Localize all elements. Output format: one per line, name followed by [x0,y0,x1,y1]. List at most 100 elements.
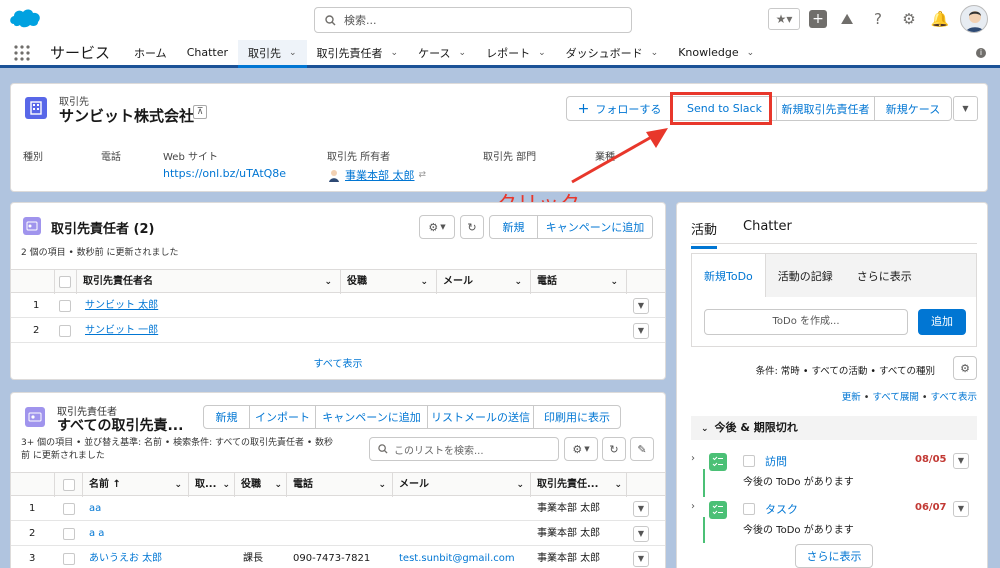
row-actions-dropdown[interactable]: ▼ [633,501,649,517]
edit-list-button[interactable]: ✎ [630,437,654,461]
chevron-down-icon[interactable]: ⌄ [222,473,230,497]
chevron-right-icon[interactable]: › [691,501,695,512]
trailhead-icon[interactable]: ⛰ [836,8,858,30]
column-header-phone[interactable]: 電話 ⌄ [531,270,627,294]
new-button[interactable]: 新規 [204,406,250,428]
column-header-email[interactable]: メール ⌄ [437,270,531,294]
expand-all-link[interactable]: すべて展開 [872,392,918,403]
nav-item-cases[interactable]: ケース ⌄ [408,40,476,65]
follow-button[interactable]: + フォローする [567,97,673,120]
task-actions-dropdown[interactable]: ▼ [953,453,969,469]
change-owner-icon[interactable]: ⇄ [419,170,427,180]
contact-name-link[interactable]: aa [89,497,101,521]
view-all-link[interactable]: すべて表示 [931,392,977,403]
upcoming-overdue-section[interactable]: ⌄ 今後 & 期限切れ [691,416,977,440]
contact-name-link[interactable]: あいうえお 太郎 [89,547,162,568]
chevron-down-icon[interactable]: ⌄ [651,48,659,58]
row-checkbox[interactable] [59,300,71,312]
chevron-down-icon[interactable]: ⌄ [516,473,524,497]
row-actions-dropdown[interactable]: ▼ [633,298,649,314]
email-link[interactable]: test.sunbit@gmail.com [399,547,515,568]
chevron-down-icon[interactable]: ⌄ [514,270,522,294]
list-settings-dropdown[interactable]: ⚙ ▼ [564,437,598,461]
row-actions-dropdown[interactable]: ▼ [633,526,649,542]
chevron-down-icon[interactable]: ⌄ [747,48,755,58]
chevron-down-icon[interactable]: ⌄ [538,48,546,58]
new-button[interactable]: 新規 [490,216,538,238]
more-actions-dropdown[interactable]: ▼ [953,96,978,121]
new-contact-button[interactable]: 新規取引先責任者 [777,97,875,120]
info-icon[interactable]: i [976,48,986,58]
global-add-icon[interactable]: + [809,10,827,28]
view-all-link[interactable]: すべて表示 [11,355,665,370]
send-list-email-button[interactable]: リストメールの送信 [428,406,534,428]
column-header-owner[interactable]: 取引先責任... ⌄ [531,473,627,497]
chevron-down-icon[interactable]: ⌄ [391,48,399,58]
add-todo-button[interactable]: 追加 [918,309,966,335]
salesforce-logo[interactable] [8,6,42,30]
tab-new-todo[interactable]: 新規ToDo [692,254,766,297]
website-link[interactable]: https://onl.bz/uTAtQ8e [163,167,286,180]
nav-item-accounts[interactable]: 取引先 ⌄ [238,40,307,68]
task-name-link[interactable]: 訪問 [765,453,787,469]
row-checkbox[interactable] [63,503,75,515]
contact-name-link[interactable]: a a [89,522,104,546]
owner-link[interactable]: 事業本部 太郎 [345,167,415,183]
column-header-title[interactable]: 役職 ⌄ [235,473,287,497]
settings-dropdown[interactable]: ⚙ ▼ [419,215,455,239]
chevron-down-icon[interactable]: ⌄ [610,270,618,294]
nav-item-dashboards[interactable]: ダッシュボード ⌄ [556,40,669,65]
task-actions-dropdown[interactable]: ▼ [953,501,969,517]
import-button[interactable]: インポート [250,406,316,428]
tab-activity[interactable]: 活動 [691,219,718,249]
row-checkbox[interactable] [59,325,71,337]
chevron-down-icon[interactable]: ⌄ [614,473,622,497]
row-actions-dropdown[interactable]: ▼ [633,551,649,567]
column-header-email[interactable]: メール ⌄ [393,473,531,497]
list-search-input[interactable]: このリストを検索... [369,437,559,461]
notifications-bell-icon[interactable]: 🔔 [929,8,951,30]
show-more-button[interactable]: さらに表示 [795,544,873,568]
chevron-down-icon[interactable]: ⌄ [324,270,332,294]
nav-item-contacts[interactable]: 取引先責任者 ⌄ [307,40,409,65]
nav-item-knowledge[interactable]: Knowledge ⌄ [668,40,764,65]
global-search-input[interactable]: 検索... [314,7,632,33]
favorites-star-icon[interactable]: ★▾ [768,8,800,30]
chevron-down-icon[interactable]: ⌄ [378,473,386,497]
add-to-campaign-button[interactable]: キャンペーンに追加 [316,406,428,428]
refresh-link[interactable]: 更新 [842,392,861,403]
help-icon[interactable]: ? [867,8,889,30]
row-checkbox[interactable] [63,528,75,540]
tab-chatter[interactable]: Chatter [743,219,792,249]
chevron-down-icon[interactable]: ⌄ [274,473,282,497]
nav-item-home[interactable]: ホーム [124,40,177,65]
column-header-name[interactable]: 取引先責任者名 ⌄ [77,270,341,294]
column-header-account[interactable]: 取... ⌄ [189,473,235,497]
chevron-down-icon[interactable]: ⌄ [289,48,297,58]
app-launcher-icon[interactable] [0,40,44,65]
select-all-checkbox[interactable] [59,276,71,288]
chevron-right-icon[interactable]: › [691,453,695,464]
nav-item-reports[interactable]: レポート ⌄ [476,40,556,65]
todo-input[interactable]: ToDo を作成... [704,309,908,335]
select-all-checkbox[interactable] [63,479,75,491]
contact-name-link[interactable]: サンビット 一郎 [85,319,158,343]
tab-more[interactable]: さらに表示 [845,254,924,297]
hierarchy-icon[interactable]: ⊼ [193,105,207,119]
chevron-down-icon[interactable]: ⌄ [174,473,182,497]
refresh-button[interactable]: ↻ [602,437,626,461]
row-checkbox[interactable] [63,553,75,565]
add-to-campaign-button[interactable]: キャンペーンに追加 [538,216,652,238]
nav-item-chatter[interactable]: Chatter [177,40,238,65]
refresh-button[interactable]: ↻ [460,215,484,239]
task-checkbox[interactable] [743,503,755,515]
printable-view-button[interactable]: 印刷用に表示 [534,406,620,428]
task-name-link[interactable]: タスク [765,501,798,517]
row-actions-dropdown[interactable]: ▼ [633,323,649,339]
task-checkbox[interactable] [743,455,755,467]
chevron-down-icon[interactable]: ⌄ [420,270,428,294]
filter-settings-button[interactable]: ⚙ [953,356,977,380]
column-header-title[interactable]: 役職 ⌄ [341,270,437,294]
setup-gear-icon[interactable]: ⚙ [898,8,920,30]
column-header-phone[interactable]: 電話 ⌄ [287,473,393,497]
